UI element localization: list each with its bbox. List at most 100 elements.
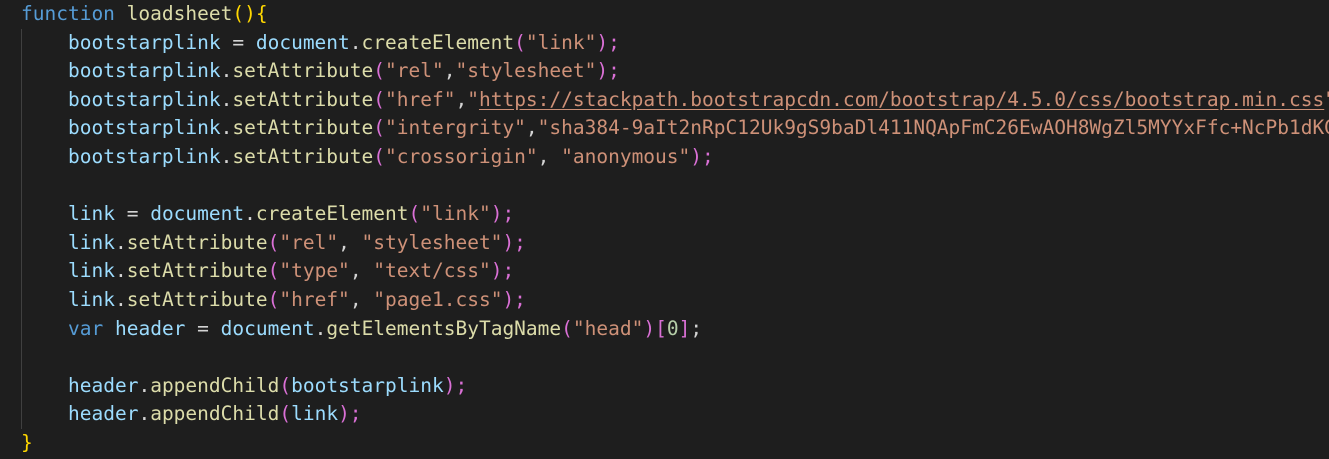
string: "sha384-9aIt2nRpC12Uk9gS9baDl411NQApFmC2… (537, 116, 1329, 140)
operator: = (185, 316, 221, 340)
paren-close: ); (596, 30, 620, 54)
dot: . (220, 59, 233, 83)
method: createElement (361, 30, 515, 54)
dot: . (220, 87, 233, 111)
paren-close: ) (643, 316, 656, 340)
paren: ( (279, 373, 292, 397)
variable: link (68, 259, 115, 283)
object: header (68, 373, 139, 397)
string: "href" (279, 287, 350, 311)
code-line: bootstarplink.setAttribute("href","https… (0, 86, 1329, 115)
dot: . (138, 402, 151, 426)
method: setAttribute (232, 87, 374, 111)
code-line: function loadsheet(){ (0, 0, 1329, 29)
code-line: header.appendChild(link); (0, 400, 1329, 429)
dot: . (349, 30, 362, 54)
paren: ( (373, 116, 386, 140)
dot: . (244, 202, 256, 226)
code-line: bootstarplink.setAttribute("rel","styles… (0, 57, 1329, 86)
string: "crossorigin" (385, 144, 538, 168)
variable: bootstarplink (68, 30, 221, 54)
code-line: bootstarplink = document.createElement("… (0, 29, 1329, 58)
string: "anonymous" (561, 144, 691, 168)
string: "rel" (385, 59, 444, 83)
variable: bootstarplink (68, 87, 221, 111)
paren-close: ); (502, 230, 526, 254)
code-line: var header = document.getElementsByTagNa… (0, 315, 1329, 344)
paren: ( (408, 202, 421, 226)
string: "intergrity" (385, 116, 526, 140)
number: 0 (666, 316, 679, 340)
string: "link" (525, 30, 597, 54)
paren: ( (267, 259, 280, 283)
variable: header (114, 316, 186, 340)
code-line: bootstarplink.setAttribute("crossorigin"… (0, 143, 1329, 172)
string: "rel" (279, 230, 339, 254)
variable: link (68, 202, 115, 226)
operator: = (220, 30, 256, 54)
object: document (220, 316, 315, 340)
string: "type" (279, 259, 350, 283)
paren-close: ); (502, 287, 526, 311)
variable: bootstarplink (68, 59, 221, 83)
paren: ( (373, 144, 386, 168)
object: document (150, 202, 245, 226)
comma: , (455, 87, 468, 111)
method: getElementsByTagName (326, 316, 562, 340)
comma: , (537, 144, 562, 168)
string: "link" (420, 202, 491, 226)
argument: bootstarplink (291, 373, 444, 397)
comma: , (349, 259, 374, 283)
semicolon: ; (690, 316, 703, 340)
method: setAttribute (126, 259, 268, 283)
comma: , (525, 116, 538, 140)
paren-close: ); (596, 59, 620, 83)
method: setAttribute (126, 230, 268, 254)
keyword-function: function (21, 2, 115, 25)
object: header (68, 402, 139, 426)
string: "page1.css" (373, 287, 503, 311)
method: setAttribute (232, 59, 374, 83)
argument: link (291, 402, 339, 426)
bracket: [ (655, 316, 667, 340)
paren-close: ); (690, 144, 714, 168)
string: "head" (572, 316, 644, 340)
paren-close: ); (490, 259, 515, 283)
dot: . (138, 373, 151, 397)
paren: ( (267, 230, 280, 254)
brackets: (){ (232, 2, 268, 25)
code-line: link.setAttribute("rel", "stylesheet"); (0, 229, 1329, 258)
string: "stylesheet" (361, 230, 503, 254)
dot: . (114, 287, 127, 311)
code-editor[interactable]: function loadsheet(){ bootstarplink = do… (0, 0, 1329, 459)
paren: ( (373, 59, 386, 83)
paren-close: ); (443, 373, 468, 397)
comma: , (338, 230, 362, 254)
string: "stylesheet" (455, 59, 597, 83)
paren: ( (561, 316, 573, 340)
code-line: } (0, 429, 1329, 458)
paren-close: ); (338, 402, 362, 426)
url-link[interactable]: https://stackpath.bootstrapcdn.com/boots… (479, 88, 1324, 111)
closing-brace: } (21, 430, 33, 454)
method: setAttribute (126, 287, 268, 311)
string: "href" (385, 87, 456, 111)
code-lines: function loadsheet(){ bootstarplink = do… (0, 0, 1329, 458)
method: appendChild (150, 402, 280, 426)
code-line: link.setAttribute("href", "page1.css"); (0, 286, 1329, 315)
variable: link (68, 230, 115, 254)
method: setAttribute (232, 116, 374, 140)
variable: bootstarplink (68, 144, 221, 168)
comma: , (349, 287, 374, 311)
string: "text/css" (373, 259, 491, 283)
method: appendChild (150, 373, 280, 397)
dot: . (220, 116, 233, 140)
code-line: link = document.createElement("link"); (0, 200, 1329, 229)
string: " (1324, 88, 1329, 111)
comma: , (443, 59, 456, 83)
paren: ( (279, 402, 292, 426)
code-line: bootstarplink.setAttribute("intergrity",… (0, 114, 1329, 143)
